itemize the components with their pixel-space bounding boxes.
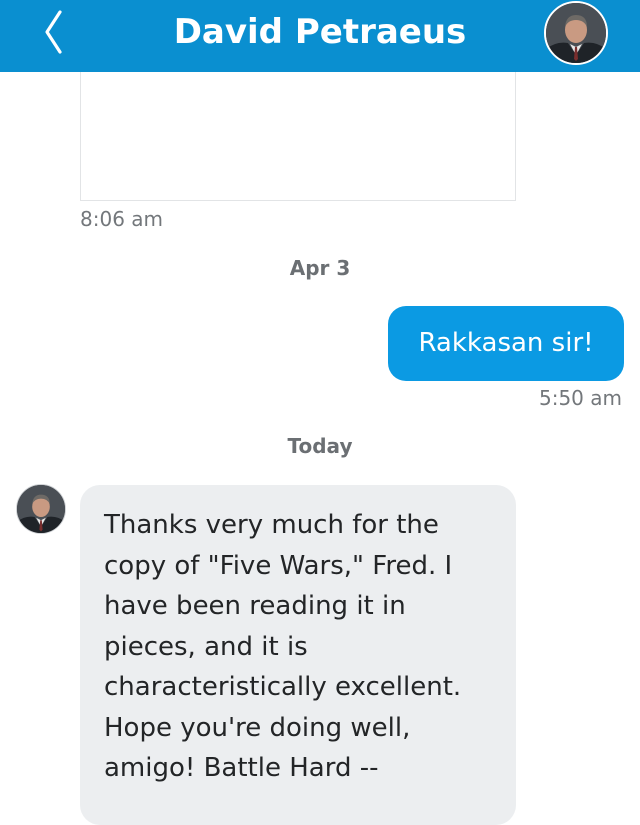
shared-attachment-card[interactable] <box>80 72 516 201</box>
conversation-header: David Petraeus <box>0 0 640 72</box>
sender-avatar[interactable] <box>16 484 66 534</box>
message-timestamp: 8:06 am <box>80 207 164 231</box>
avatar-photo-icon <box>546 3 606 63</box>
date-separator: Apr 3 <box>289 256 351 280</box>
date-separator: Today <box>287 434 353 458</box>
outgoing-message-bubble[interactable]: Rakkasan sir! <box>388 306 624 381</box>
message-timestamp: 5:50 am <box>538 386 622 410</box>
contact-avatar[interactable] <box>544 1 608 65</box>
avatar-photo-icon <box>17 485 65 533</box>
incoming-message-text: Thanks very much for the copy of "Five W… <box>104 510 462 783</box>
